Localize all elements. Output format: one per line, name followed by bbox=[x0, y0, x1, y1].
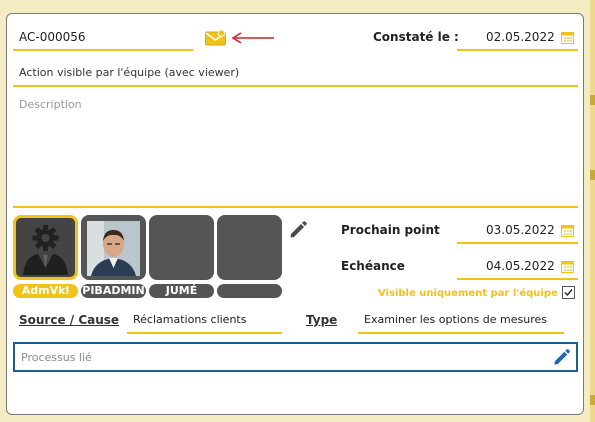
profile-photo bbox=[87, 221, 140, 276]
type-label[interactable]: Type bbox=[306, 313, 337, 327]
mail-icon[interactable] bbox=[205, 29, 226, 46]
participant-name-empty bbox=[217, 284, 282, 298]
echeance-label: Echéance bbox=[341, 259, 405, 273]
strip-marker bbox=[590, 170, 595, 180]
title-field[interactable]: Action visible par l'équipe (avec viewer… bbox=[13, 62, 578, 87]
constate-date-value: 02.05.2022 bbox=[486, 30, 555, 44]
prochain-date-value: 03.05.2022 bbox=[486, 223, 555, 237]
processus-placeholder: Processus lié bbox=[21, 351, 92, 364]
participant-name-jume: JUMÉ bbox=[149, 284, 214, 298]
participant-avatar-jume[interactable] bbox=[149, 215, 214, 280]
right-scroll-strip bbox=[590, 0, 595, 422]
participant-avatar-admvkl[interactable] bbox=[13, 215, 78, 280]
calendar-icon[interactable] bbox=[561, 224, 574, 237]
participant-name-admvkl: AdmVkl bbox=[13, 284, 78, 298]
visible-team-checkbox[interactable] bbox=[562, 286, 575, 299]
description-placeholder: Description bbox=[19, 98, 82, 111]
echeance-date-value: 04.05.2022 bbox=[486, 259, 555, 273]
source-value: Réclamations clients bbox=[133, 313, 247, 326]
participant-avatar-pibadmin[interactable] bbox=[81, 215, 146, 280]
type-field[interactable]: Examiner les options de mesures bbox=[358, 309, 564, 334]
calendar-icon[interactable] bbox=[561, 31, 574, 44]
type-value: Examiner les options de mesures bbox=[364, 313, 548, 326]
edit-participants-pencil-icon[interactable] bbox=[288, 220, 308, 240]
gear-person-icon bbox=[23, 225, 68, 275]
reference-value: AC-000056 bbox=[19, 30, 86, 44]
participant-avatar-empty[interactable] bbox=[217, 215, 282, 280]
arrow-left-icon bbox=[231, 32, 274, 44]
source-field[interactable]: Réclamations clients bbox=[127, 309, 282, 334]
source-label[interactable]: Source / Cause bbox=[19, 313, 119, 327]
echeance-date-field[interactable]: 04.05.2022 bbox=[457, 256, 578, 280]
strip-marker bbox=[590, 395, 595, 405]
calendar-icon[interactable] bbox=[561, 260, 574, 273]
strip-marker bbox=[590, 95, 595, 105]
edit-processus-pencil-icon[interactable] bbox=[552, 348, 571, 367]
description-field[interactable]: Description bbox=[13, 94, 578, 208]
visible-team-label: Visible uniquement par l'équipe bbox=[378, 288, 558, 299]
title-value: Action visible par l'équipe (avec viewer… bbox=[19, 66, 240, 79]
participant-name-pibadmin: PIBADMIN bbox=[81, 284, 146, 298]
checkmark-icon bbox=[564, 289, 573, 297]
constate-label: Constaté le : bbox=[373, 30, 459, 44]
prochain-date-field[interactable]: 03.05.2022 bbox=[457, 220, 578, 244]
reference-field[interactable]: AC-000056 bbox=[13, 27, 193, 51]
constate-date-field[interactable]: 02.05.2022 bbox=[457, 27, 578, 51]
prochain-label: Prochain point bbox=[341, 223, 440, 237]
processus-field[interactable]: Processus lié bbox=[13, 342, 578, 372]
